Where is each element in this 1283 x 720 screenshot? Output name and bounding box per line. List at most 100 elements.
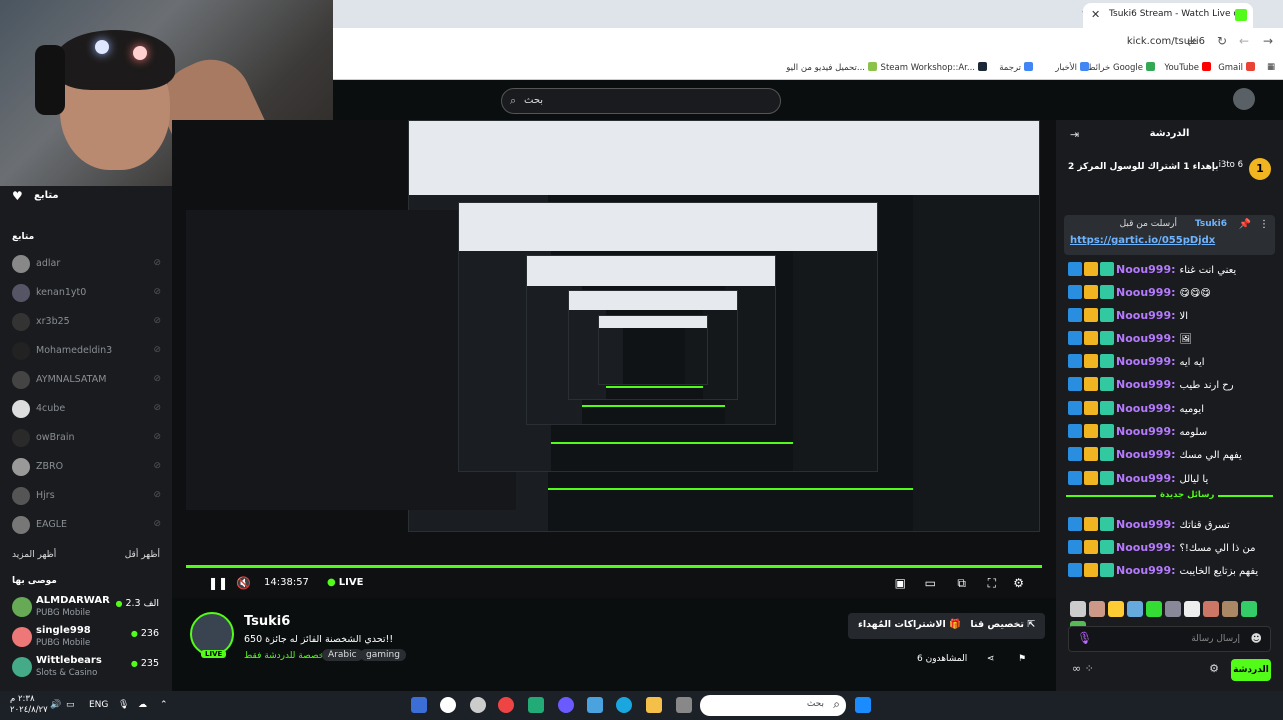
clip-icon[interactable]: ▣ xyxy=(895,576,906,590)
share-icon[interactable]: ⋖ xyxy=(987,654,995,664)
sidebar-channel[interactable]: EAGLE ⊘ xyxy=(10,515,165,537)
send-chat-button[interactable]: الدردشة xyxy=(1231,659,1271,681)
recommended-channel[interactable]: WittlebearsSlots & Casino235 xyxy=(10,654,165,684)
gift-subs-button[interactable]: الاشتراكات المُهداء 🎁 xyxy=(848,613,971,639)
volume-icon[interactable]: 🔊 xyxy=(50,700,61,710)
tune-icon[interactable]: ⇌ xyxy=(1187,35,1197,49)
sidebar-channel[interactable]: 4cube ⊘ xyxy=(10,399,165,421)
stream-category[interactable]: مخصصة للدردشة فقط xyxy=(244,651,329,661)
show-more-link[interactable]: أظهر المزيد xyxy=(12,550,56,560)
settings-icon[interactable]: ⚙ xyxy=(1209,662,1219,675)
apps-grid-icon[interactable]: ▦ xyxy=(1267,62,1275,72)
infinity-icon[interactable]: ∞ ⁘ xyxy=(1072,662,1094,675)
new-messages-divider: رسائل جديدة xyxy=(1066,490,1273,507)
taskbar-search[interactable]: بحث ⌕ xyxy=(700,695,846,716)
chat-message: Noou999: من ذا الي مسك!؟ xyxy=(1068,536,1278,556)
windows-start-icon[interactable] xyxy=(855,697,871,713)
settings-icon[interactable]: ⚙ xyxy=(1013,576,1024,590)
bookmark-news[interactable]: الأخبار xyxy=(1055,62,1089,73)
reload-icon[interactable]: ↻ xyxy=(1217,34,1227,48)
offline-icon: ⊘ xyxy=(153,258,161,268)
sidebar-channel[interactable]: xr3b25 ⊘ xyxy=(10,312,165,334)
edge-icon[interactable] xyxy=(616,697,632,713)
tag-gaming[interactable]: gaming xyxy=(360,649,406,661)
file-explorer-icon[interactable] xyxy=(646,697,662,713)
bookmark-steam[interactable]: Steam Workshop::Ar... xyxy=(881,62,987,73)
theater-icon[interactable]: ▭ xyxy=(925,576,936,590)
sidebar-channel[interactable]: ZBRO ⊘ xyxy=(10,457,165,479)
pin-icon: 📌 xyxy=(1238,219,1251,230)
search-input[interactable]: ⌕ بحث xyxy=(501,88,781,114)
tag-arabic[interactable]: Arabic xyxy=(322,649,363,661)
chrome-icon[interactable] xyxy=(498,697,514,713)
discord-icon[interactable] xyxy=(558,697,574,713)
recommended-channel[interactable]: single998PUBG Mobile236 xyxy=(10,624,165,654)
chat-title: الدردشة xyxy=(1149,128,1190,139)
forward-icon[interactable]: ← xyxy=(1239,34,1249,48)
browser-chrome: + ✕ Tsuki6 Stream - Watch Live on kick.c… xyxy=(333,0,1283,80)
back-icon[interactable]: → xyxy=(1263,34,1273,48)
mic-icon[interactable]: 🎙 xyxy=(1077,631,1092,645)
taskbar: ٢:٣٨ م ٢٠٢٤/٨/٢٧ 🔊 ▭ ENG 🎙 ☁ ⌃ بحث ⌕ xyxy=(0,691,1283,720)
chat-message: Noou999: تسرق قناتك xyxy=(1068,513,1278,533)
stream-time: 14:38:57 xyxy=(264,577,309,588)
cloud-icon[interactable]: ☁ xyxy=(138,700,147,710)
settings-app-icon[interactable] xyxy=(470,697,486,713)
close-tab-icon[interactable]: ✕ xyxy=(1091,8,1100,21)
avatar xyxy=(12,627,32,647)
avatar xyxy=(12,342,30,360)
pause-icon[interactable]: ❚❚ xyxy=(208,576,228,590)
app-icon[interactable] xyxy=(528,697,544,713)
pinned-link[interactable]: https://gartic.io/055pDjdx xyxy=(1070,235,1215,246)
offline-icon: ⊘ xyxy=(153,403,161,413)
pip-icon[interactable]: ⧉ xyxy=(957,576,966,591)
sidebar-channel[interactable]: Hjrs ⊘ xyxy=(10,486,165,508)
recommended-channel[interactable]: ALMDARWARPUBG Mobile2.3 الف xyxy=(10,594,165,624)
app-icon[interactable] xyxy=(411,697,427,713)
chat-message: Noou999: يا ليالل xyxy=(1068,467,1278,487)
avatar xyxy=(12,458,30,476)
bookmark-gmail[interactable]: Gmail xyxy=(1218,62,1255,73)
chat-message: Noou999: ايه ايه xyxy=(1068,350,1278,370)
fullscreen-icon[interactable]: ⛶ xyxy=(988,576,996,591)
sidebar-channel[interactable]: adlar ⊘ xyxy=(10,254,165,276)
user-avatar[interactable] xyxy=(1233,88,1255,110)
player-controls: ❚❚ 🔇 14:38:57 LIVE ▣ ▭ ⧉ ⛶ ⚙ xyxy=(172,570,1056,598)
emote-bar[interactable] xyxy=(1070,601,1275,637)
mic-icon[interactable]: 🎙 xyxy=(118,700,129,710)
streamer-name[interactable]: Tsuki6 xyxy=(244,614,290,629)
sidebar-channel[interactable]: owBrain ⊘ xyxy=(10,428,165,450)
emoji-icon[interactable]: ☻ xyxy=(1251,632,1262,645)
chevron-up-icon[interactable]: ⌃ xyxy=(160,700,168,710)
bookmark-translate[interactable]: ترجمة xyxy=(999,62,1033,73)
avatar xyxy=(12,255,30,273)
network-icon[interactable]: ▭ xyxy=(66,700,75,710)
store-icon[interactable] xyxy=(587,697,603,713)
video-player[interactable]: ❚❚ 🔇 14:38:57 LIVE ▣ ▭ ⧉ ⛶ ⚙ xyxy=(172,120,1056,598)
sidebar-channel[interactable]: kenan1yt0 ⊘ xyxy=(10,283,165,305)
bookmark-maps[interactable]: خرائط Google xyxy=(1088,62,1155,73)
show-less-link[interactable]: أظهر أقل xyxy=(125,550,160,560)
language-indicator[interactable]: ENG xyxy=(89,700,108,710)
app-icon[interactable] xyxy=(676,697,692,713)
sidebar-channel[interactable]: AYMNALSATAM ⊘ xyxy=(10,370,165,392)
chat-input[interactable]: 🎙 إرسال رسالة ☻ xyxy=(1068,626,1271,652)
clock[interactable]: ٢:٣٨ م ٢٠٢٤/٨/٢٧ xyxy=(10,694,48,716)
following-label: متابع xyxy=(12,232,35,242)
chat-message: Noou999: ايوميه xyxy=(1068,397,1278,417)
volume-icon[interactable]: 🔇 xyxy=(236,576,251,590)
browser-tab[interactable]: ✕ Tsuki6 Stream - Watch Live on xyxy=(1083,3,1253,28)
bookmark-downloader[interactable]: تحميل فيديو من اليو... xyxy=(786,62,877,73)
avatar xyxy=(12,284,30,302)
clock-app-icon[interactable] xyxy=(440,697,456,713)
avatar xyxy=(12,371,30,389)
offline-icon: ⊘ xyxy=(153,432,161,442)
chat-message: Noou999: 😋😋😋 xyxy=(1068,281,1278,301)
chat-message: Noou999: سلومه xyxy=(1068,420,1278,440)
bookmark-youtube[interactable]: YouTube xyxy=(1164,62,1211,73)
address-bar[interactable]: kick.com/tsuki6 ⇌ ↻ ← → xyxy=(333,28,1283,56)
report-icon[interactable]: ⚑ xyxy=(1018,654,1026,664)
sidebar-channel[interactable]: Mohamedeldin3 ⊘ xyxy=(10,341,165,363)
pinned-message[interactable]: ⋮ 📌 Tsuki6 أرسلت من قبل https://gartic.i… xyxy=(1064,215,1275,255)
more-icon[interactable]: ⋮ xyxy=(1259,219,1269,230)
